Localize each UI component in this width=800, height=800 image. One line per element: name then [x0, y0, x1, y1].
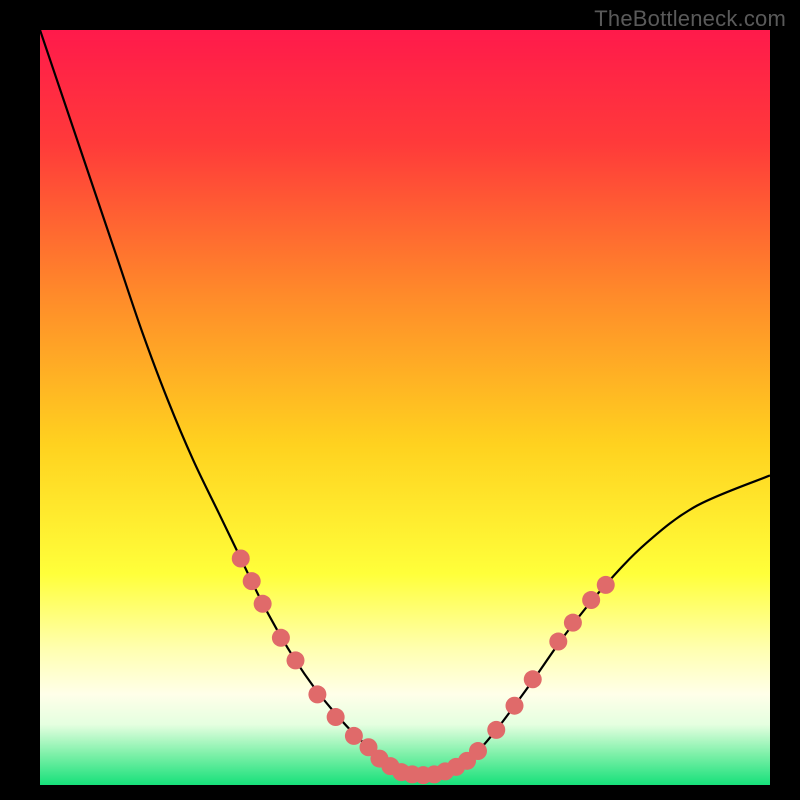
marker-dot — [549, 633, 567, 651]
marker-dot — [254, 595, 272, 613]
marker-dot — [272, 629, 290, 647]
gradient-background — [40, 30, 770, 785]
marker-dot — [487, 721, 505, 739]
marker-dot — [469, 742, 487, 760]
marker-dot — [232, 550, 250, 568]
plot-svg — [40, 30, 770, 785]
marker-dot — [506, 697, 524, 715]
plot-area — [40, 30, 770, 785]
marker-dot — [345, 727, 363, 745]
watermark-text: TheBottleneck.com — [594, 6, 786, 32]
marker-dot — [582, 591, 600, 609]
marker-dot — [308, 685, 326, 703]
chart-container: TheBottleneck.com — [0, 0, 800, 800]
marker-dot — [524, 670, 542, 688]
marker-dot — [243, 572, 261, 590]
marker-dot — [287, 651, 305, 669]
marker-dot — [327, 708, 345, 726]
marker-dot — [597, 576, 615, 594]
marker-dot — [564, 614, 582, 632]
